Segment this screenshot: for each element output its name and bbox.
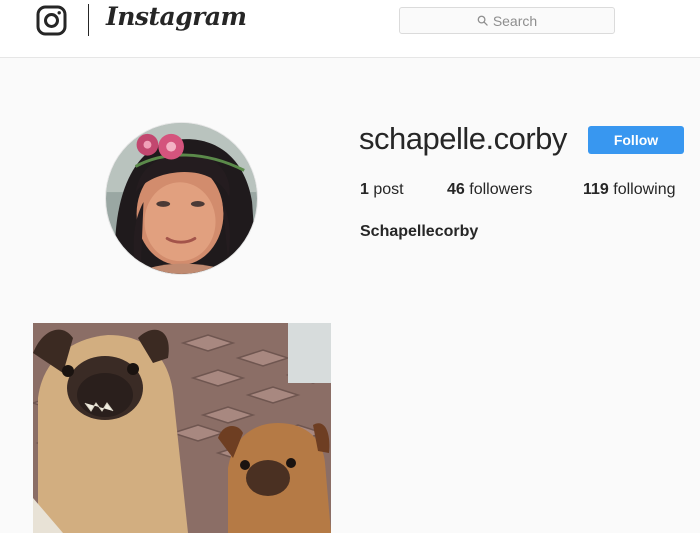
top-navigation-bar: Instagram Search [0,0,700,58]
search-placeholder: Search [492,12,538,29]
follow-button[interactable]: Follow [588,126,684,154]
following-count: 119 [583,181,609,198]
instagram-wordmark[interactable]: Instagram [106,2,247,31]
search-icon [477,15,488,26]
search-input[interactable]: Search [399,7,615,34]
profile-username: schapelle.corby [359,121,567,156]
posts-count: 1 [360,181,369,198]
followers-count: 46 [447,181,465,198]
posts-count-stat: 1 post [360,181,404,199]
following-label: following [613,181,676,198]
followers-label: followers [469,181,533,198]
followers-stat[interactable]: 46 followers [447,181,532,199]
post-thumbnail[interactable] [33,323,331,533]
posts-label: post [373,181,404,198]
following-stat[interactable]: 119 following [583,181,676,199]
profile-full-name: Schapellecorby [360,223,479,240]
logo-divider [88,4,89,36]
profile-avatar[interactable] [105,122,258,275]
instagram-camera-icon[interactable] [36,5,67,36]
